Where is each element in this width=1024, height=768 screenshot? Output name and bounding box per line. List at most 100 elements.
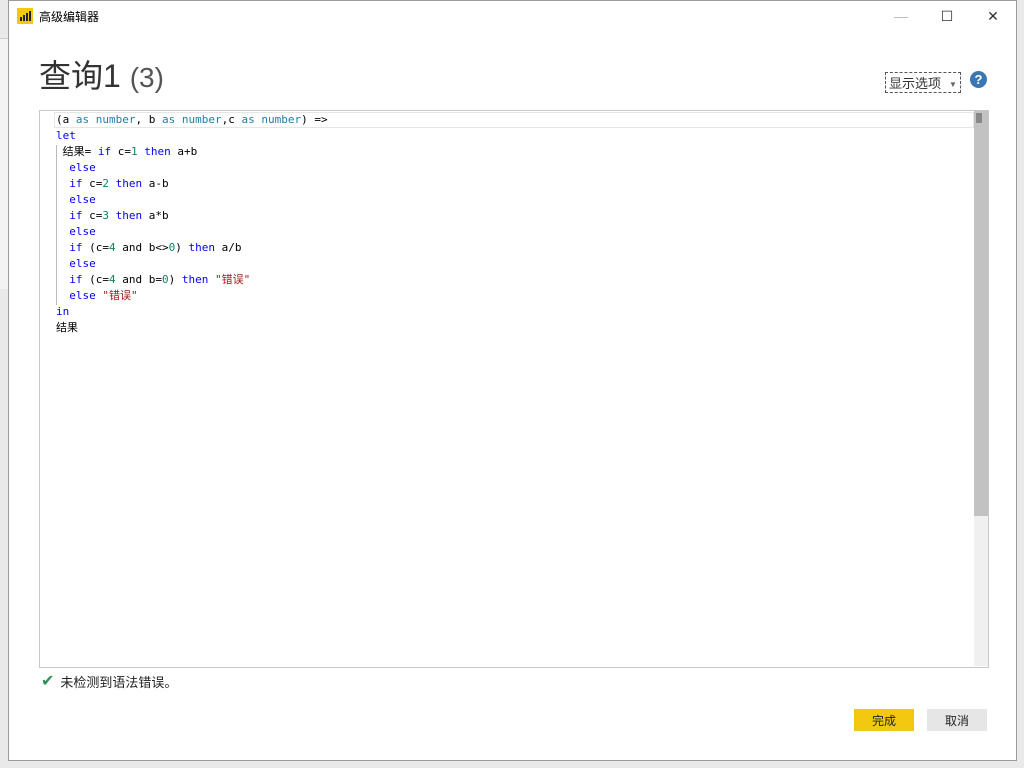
code-token: then <box>144 145 171 158</box>
code-token: else <box>69 225 96 238</box>
code-token: (a <box>56 113 76 126</box>
code-line: if c=3 then a*b <box>56 208 328 224</box>
code-line: else <box>56 256 328 272</box>
query-name: 查询1 <box>39 58 121 94</box>
code-token: else <box>69 257 96 270</box>
code-token: else <box>69 289 96 302</box>
title-bar: 高级编辑器 — ☐ ✕ <box>9 1 1016 31</box>
code-token: , b <box>135 113 162 126</box>
code-token: and b= <box>115 273 162 286</box>
code-token: 4 <box>109 273 116 286</box>
code-line: if (c=4 and b=0) then "错误" <box>56 272 328 288</box>
code-token: if <box>69 273 83 286</box>
code-token: number <box>261 113 302 126</box>
done-button[interactable]: 完成 <box>854 709 914 731</box>
code-token: number <box>95 113 136 126</box>
code-token: in <box>56 305 70 318</box>
code-line: if c=2 then a-b <box>56 176 328 192</box>
power-bi-icon <box>17 8 33 24</box>
code-line: in <box>56 304 328 320</box>
status-text: 未检测到语法错误。 <box>60 674 178 690</box>
code-token: a+b <box>170 145 198 158</box>
code-token: then <box>188 241 215 254</box>
code-token: 结果= <box>56 145 98 158</box>
code-token: as <box>241 113 255 126</box>
code-token: number <box>181 113 222 126</box>
minimize-button[interactable]: — <box>878 1 924 31</box>
code-token: "错误" <box>214 273 251 286</box>
scrollbar-thumb[interactable] <box>974 111 988 516</box>
code-line: if (c=4 and b<>0) then a/b <box>56 240 328 256</box>
code-token: else <box>69 161 96 174</box>
code-token: c= <box>82 209 103 222</box>
code-token: as <box>162 113 176 126</box>
maximize-button[interactable]: ☐ <box>924 1 970 31</box>
code-line: 结果 <box>56 320 328 336</box>
chevron-down-icon: ▼ <box>949 80 957 90</box>
code-token: ) <box>175 241 189 254</box>
code-editor[interactable]: (a as number, b as number,c as number) =… <box>39 110 989 668</box>
code-line: 结果= if c=1 then a+b <box>56 144 328 160</box>
code-token: a-b <box>142 177 169 190</box>
code-line: let <box>56 128 328 144</box>
code-token: as <box>75 113 90 126</box>
code-token: 4 <box>109 241 116 254</box>
code-token: 结果 <box>56 321 78 334</box>
code-token: ,c <box>221 113 242 126</box>
code-token: (c= <box>82 273 109 286</box>
code-token: if <box>69 209 83 222</box>
code-token: ) <box>168 273 182 286</box>
code-line: else <box>56 160 328 176</box>
code-token: c= <box>111 145 131 158</box>
background-window <box>0 38 8 289</box>
code-token: c= <box>82 177 103 190</box>
syntax-status: ✔ 未检测到语法错误。 <box>41 671 177 691</box>
cancel-button[interactable]: 取消 <box>927 709 987 731</box>
code-token: (c= <box>82 241 109 254</box>
code-token: else <box>69 193 96 206</box>
code-line: else "错误" <box>56 288 328 304</box>
code-token: let <box>56 129 76 142</box>
code-text[interactable]: (a as number, b as number,c as number) =… <box>56 112 328 336</box>
display-options-label: 显示选项 <box>889 76 942 91</box>
code-token: 2 <box>102 177 109 190</box>
code-token: if <box>97 145 112 158</box>
query-suffix: (3) <box>129 62 164 93</box>
code-token: and b<> <box>115 241 169 254</box>
code-token: then <box>115 209 143 222</box>
code-token: if <box>69 177 83 190</box>
code-line: else <box>56 224 328 240</box>
page-title: 查询1 (3) <box>39 51 164 97</box>
window-title: 高级编辑器 <box>39 9 100 24</box>
code-line: (a as number, b as number,c as number) =… <box>56 112 328 128</box>
code-token: then <box>181 273 209 286</box>
code-token: 0 <box>161 273 169 286</box>
check-icon: ✔ <box>41 673 55 690</box>
code-token: "错误" <box>102 289 138 302</box>
advanced-editor-dialog: 高级编辑器 — ☐ ✕ 查询1 (3) 显示选项 ▼ ? (a as number… <box>8 0 1017 761</box>
help-icon[interactable]: ? <box>970 71 987 88</box>
code-token: 1 <box>131 145 138 158</box>
code-line: else <box>56 192 328 208</box>
display-options-dropdown[interactable]: 显示选项 ▼ <box>885 72 961 93</box>
code-token: a/b <box>214 241 242 254</box>
code-token: then <box>115 177 143 190</box>
code-token: 3 <box>102 209 109 222</box>
vertical-scrollbar[interactable] <box>974 111 988 666</box>
close-button[interactable]: ✕ <box>970 1 1016 31</box>
code-token: a*b <box>142 209 169 222</box>
code-token: ) => <box>301 113 328 126</box>
